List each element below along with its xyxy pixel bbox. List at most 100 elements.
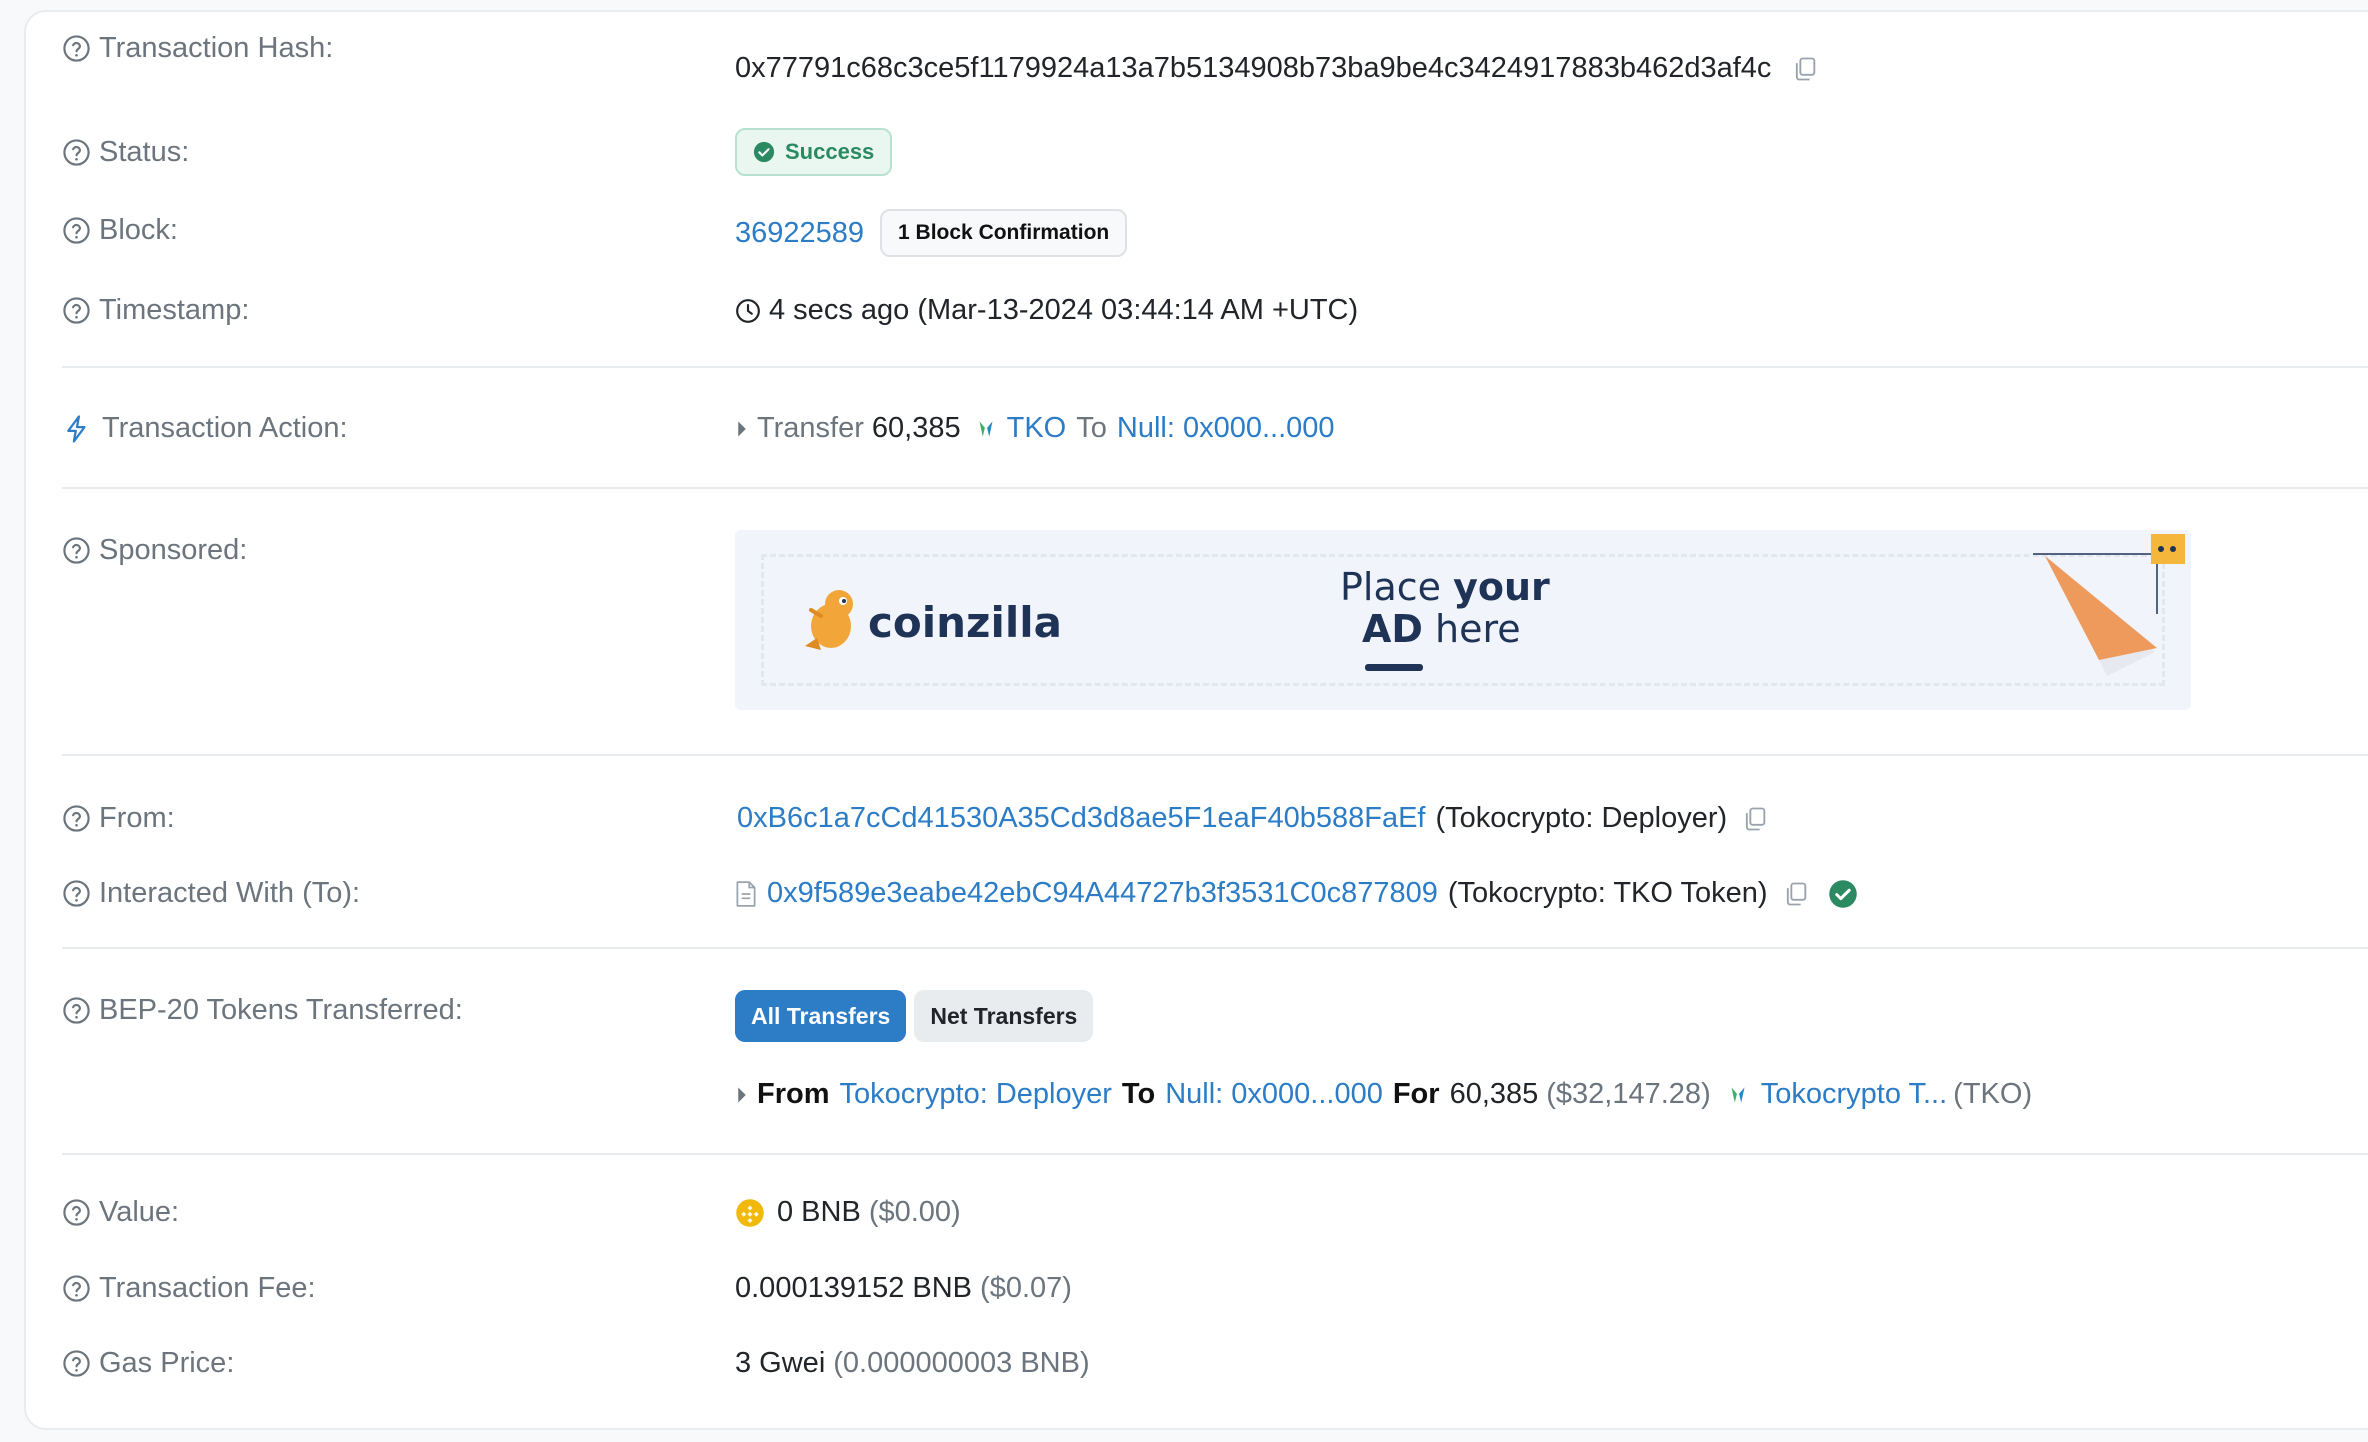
status-text: Success	[785, 139, 875, 164]
label-text: Value:	[99, 1196, 180, 1228]
question-circle-icon[interactable]	[62, 879, 91, 908]
tko-token-icon	[1731, 1086, 1745, 1103]
sponsored-ad-banner[interactable]: coinzilla Place your AD here	[735, 530, 2191, 710]
status-badge: Success	[735, 128, 893, 176]
coinzilla-mascot-icon	[805, 590, 853, 650]
interacted-tag: (Tokocrypto: TKO Token)	[1447, 877, 1768, 909]
from-address-link[interactable]: 0xB6c1a7cCd41530A35Cd3d8ae5F1eaF40b588Fa…	[737, 802, 1425, 835]
caret-right-icon[interactable]	[735, 419, 749, 439]
ad-headline: Place your AD here	[1340, 566, 1550, 650]
label-from: From:	[62, 802, 175, 835]
label-interacted-with: Interacted With (To):	[62, 877, 360, 910]
action-to-word: To	[1076, 412, 1107, 444]
label-text: Block:	[99, 214, 178, 246]
check-circle-icon	[753, 141, 775, 163]
tx-action-row: Transfer 60,385 TKO To Null: 0x000...000	[735, 412, 1335, 445]
transfer-tabs: All Transfers Net Transfers	[735, 990, 1094, 1042]
label-text: Status:	[99, 136, 190, 168]
copy-icon[interactable]	[1741, 805, 1769, 833]
question-circle-icon[interactable]	[62, 1198, 91, 1227]
transfer-for-word: For	[1392, 1078, 1440, 1110]
token-transfer-row: From Tokocrypto: Deployer To Null: 0x000…	[735, 1078, 2032, 1111]
transfer-from-word: From	[757, 1078, 830, 1110]
transfer-token-link[interactable]: Tokocrypto T...	[1761, 1078, 1947, 1111]
tab-all-transfers[interactable]: All Transfers	[735, 990, 907, 1042]
confirmation-badge: 1 Block Confirmation	[880, 209, 1128, 257]
lightning-icon	[67, 414, 86, 443]
copy-icon[interactable]	[1791, 55, 1819, 83]
gas-bnb: (0.000000003 BNB)	[833, 1347, 1090, 1379]
contract-file-icon	[736, 880, 756, 907]
label-text: Transaction Action:	[102, 412, 348, 444]
block-number-link[interactable]: 36922589	[735, 217, 864, 250]
question-circle-icon[interactable]	[62, 296, 91, 325]
action-token-link[interactable]: TKO	[1007, 412, 1067, 445]
ad-line2-b: here	[1422, 607, 1521, 651]
question-circle-icon[interactable]	[62, 1274, 91, 1303]
question-circle-icon[interactable]	[62, 804, 91, 833]
bnb-icon	[736, 1198, 764, 1227]
label-sponsored: Sponsored:	[62, 534, 247, 567]
label-text: Transaction Fee:	[99, 1272, 316, 1304]
timestamp-value-row: 4 secs ago (Mar-13-2024 03:44:14 AM +UTC…	[735, 294, 1358, 327]
label-text: BEP-20 Tokens Transferred:	[99, 994, 463, 1026]
question-circle-icon[interactable]	[62, 34, 91, 63]
question-circle-icon[interactable]	[62, 1349, 91, 1378]
label-transaction-action: Transaction Action:	[62, 412, 348, 445]
tko-token-icon	[974, 417, 997, 440]
label-text: Transaction Hash:	[99, 32, 334, 64]
question-circle-icon[interactable]	[62, 216, 91, 245]
fee-amount: 0.000139152 BNB	[735, 1272, 973, 1304]
label-transaction-fee: Transaction Fee:	[62, 1272, 316, 1305]
gas-row: 3 Gwei (0.000000003 BNB)	[735, 1347, 1090, 1380]
divider	[62, 366, 2368, 368]
question-circle-icon[interactable]	[62, 138, 91, 167]
divider	[62, 487, 2368, 489]
copy-icon[interactable]	[1782, 880, 1810, 908]
from-tag: (Tokocrypto: Deployer)	[1435, 802, 1728, 834]
transfer-usd: ($32,147.28)	[1546, 1078, 1711, 1110]
ad-line2-a: AD	[1362, 607, 1423, 651]
ad-line1-a: Place	[1340, 565, 1454, 609]
status-value-row: Success	[735, 128, 893, 176]
label-text: From:	[99, 802, 175, 834]
label-status: Status:	[62, 136, 189, 169]
transfer-to-link[interactable]: Null: 0x000...000	[1165, 1078, 1383, 1111]
label-block: Block:	[62, 214, 178, 247]
verified-icon	[1828, 879, 1857, 908]
block-value-row: 36922589 1 Block Confirmation	[735, 209, 1128, 257]
transaction-details-card	[24, 10, 2368, 1430]
ad-paper-plane-graphic	[2033, 534, 2185, 676]
label-timestamp: Timestamp:	[62, 294, 249, 327]
label-gas-price: Gas Price:	[62, 1347, 234, 1380]
transfer-amount: 60,385	[1449, 1078, 1539, 1110]
ad-brand: coinzilla	[868, 598, 1063, 647]
transfer-token-symbol: (TKO)	[1953, 1078, 2033, 1110]
fee-usd: ($0.07)	[980, 1272, 1072, 1304]
label-text: Interacted With (To):	[99, 877, 361, 909]
value-usd: ($0.00)	[868, 1196, 961, 1228]
tx-hash-value-row: 0x77791c68c3ce5f1179924a13a7b5134908b73b…	[735, 52, 1819, 85]
value-amount: 0 BNB	[777, 1196, 861, 1228]
label-text: Timestamp:	[99, 294, 250, 326]
gas-amount: 3 Gwei	[735, 1347, 826, 1379]
interacted-value-row: 0x9f589e3eabe42ebC94A44727b3f3531C0c8778…	[735, 877, 1858, 910]
interacted-address-link[interactable]: 0x9f589e3eabe42ebC94A44727b3f3531C0c8778…	[767, 877, 1438, 910]
label-transaction-hash: Transaction Hash:	[62, 32, 333, 65]
label-bep20: BEP-20 Tokens Transferred:	[62, 994, 463, 1027]
label-value: Value:	[62, 1196, 179, 1229]
tab-net-transfers[interactable]: Net Transfers	[914, 990, 1094, 1042]
timestamp-text: 4 secs ago (Mar-13-2024 03:44:14 AM +UTC…	[769, 294, 1359, 326]
divider	[62, 754, 2368, 756]
transfer-from-link[interactable]: Tokocrypto: Deployer	[840, 1078, 1112, 1111]
label-text: Sponsored:	[99, 534, 248, 566]
fee-row: 0.000139152 BNB ($0.07)	[735, 1272, 1072, 1305]
tx-hash[interactable]: 0x77791c68c3ce5f1179924a13a7b5134908b73b…	[735, 52, 1771, 85]
divider	[62, 1153, 2368, 1155]
action-to-link[interactable]: Null: 0x000...000	[1117, 412, 1335, 445]
divider	[62, 947, 2368, 949]
from-value-row: 0xB6c1a7cCd41530A35Cd3d8ae5F1eaF40b588Fa…	[737, 802, 1769, 835]
caret-right-icon[interactable]	[735, 1085, 749, 1105]
question-circle-icon[interactable]	[62, 996, 91, 1025]
question-circle-icon[interactable]	[62, 536, 91, 565]
